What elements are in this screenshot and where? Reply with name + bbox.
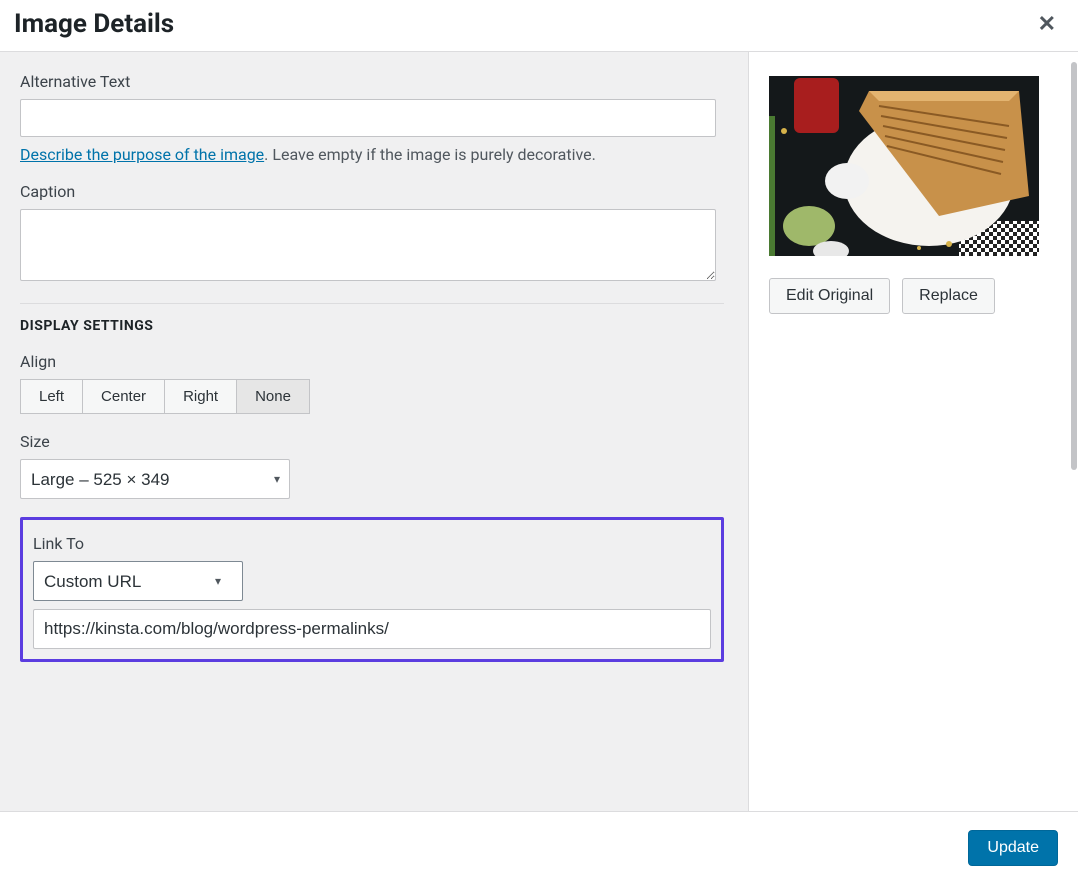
alt-text-input[interactable]: [20, 99, 716, 137]
align-none-button[interactable]: None: [236, 379, 310, 414]
link-to-select[interactable]: Custom URL: [33, 561, 243, 601]
alt-text-label: Alternative Text: [20, 72, 724, 91]
align-left-button[interactable]: Left: [20, 379, 83, 414]
update-button[interactable]: Update: [968, 830, 1058, 866]
vertical-scrollbar[interactable]: [1070, 62, 1078, 804]
size-label: Size: [20, 432, 724, 451]
divider: [20, 303, 724, 304]
edit-original-button[interactable]: Edit Original: [769, 278, 890, 314]
link-to-highlight: Link To Custom URL ▾: [20, 517, 724, 662]
align-button-group: Left Center Right None: [20, 379, 310, 414]
caption-label: Caption: [20, 182, 724, 201]
display-settings-heading: DISPLAY SETTINGS: [20, 318, 724, 334]
size-select[interactable]: Large – 525 × 349: [20, 459, 290, 499]
caption-textarea[interactable]: [20, 209, 716, 281]
describe-purpose-link[interactable]: Describe the purpose of the image: [20, 145, 264, 164]
align-label: Align: [20, 352, 724, 371]
align-center-button[interactable]: Center: [82, 379, 165, 414]
scrollbar-thumb[interactable]: [1071, 62, 1077, 470]
close-icon[interactable]: ✕: [1032, 8, 1062, 41]
link-url-input[interactable]: [33, 609, 711, 649]
link-to-label: Link To: [33, 534, 711, 553]
align-right-button[interactable]: Right: [164, 379, 237, 414]
alt-text-hint: Describe the purpose of the image. Leave…: [20, 145, 724, 164]
image-preview-thumbnail: [769, 76, 1039, 256]
replace-button[interactable]: Replace: [902, 278, 995, 314]
dialog-title: Image Details: [14, 9, 174, 40]
